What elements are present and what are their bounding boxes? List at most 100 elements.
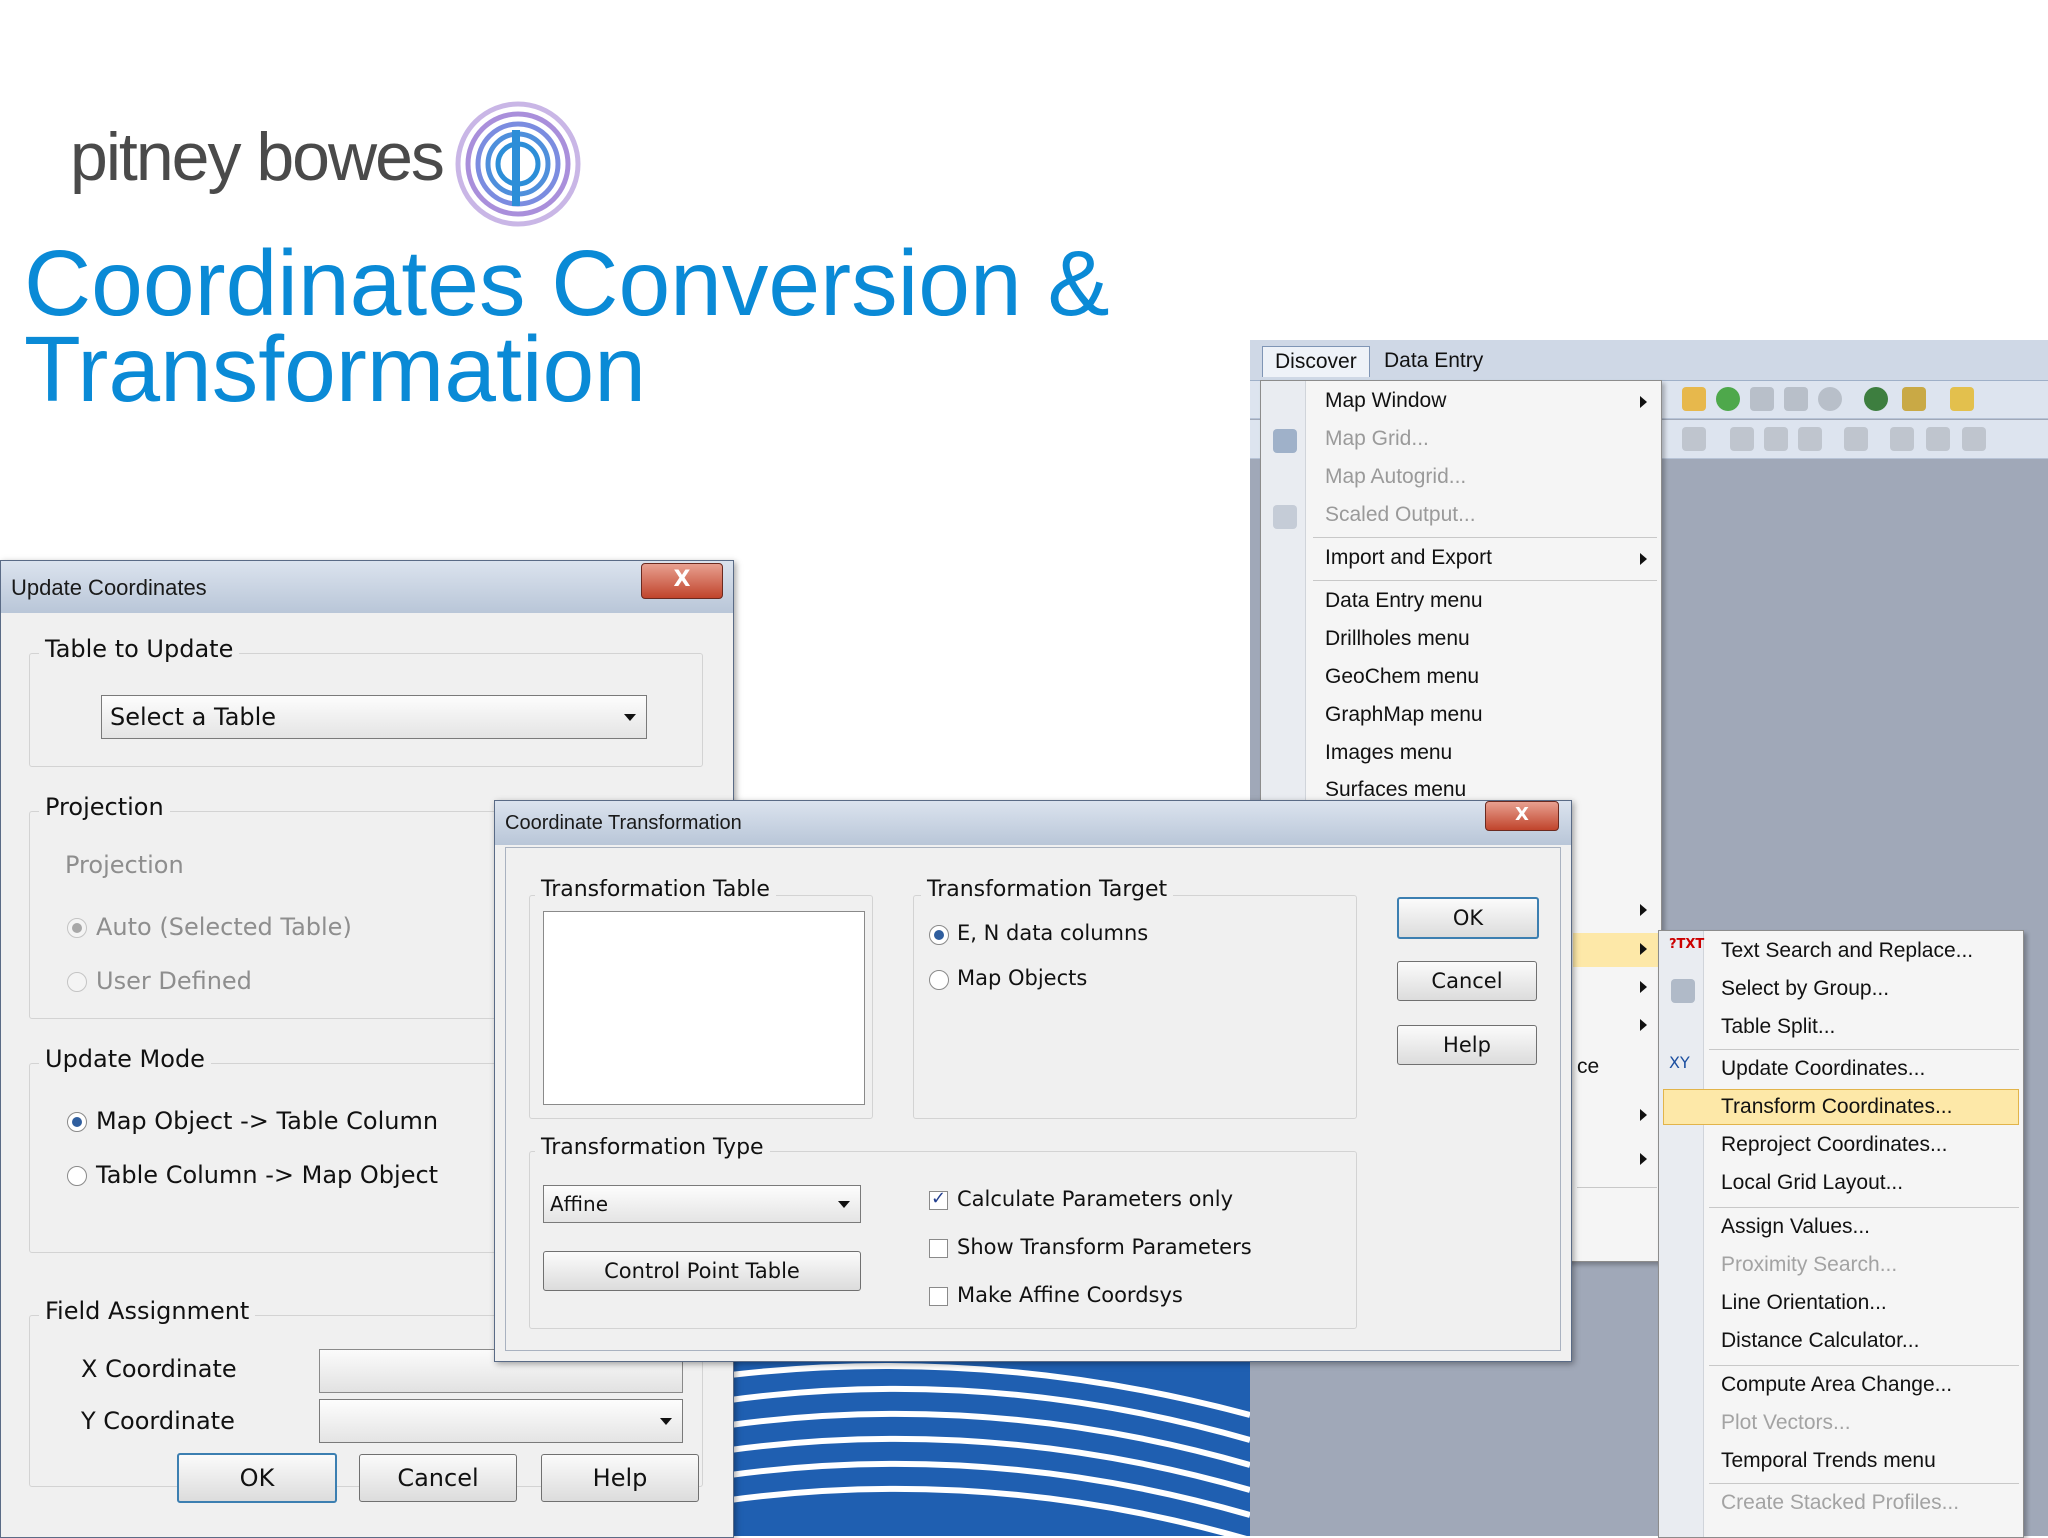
menu-item-map-grid: Map Grid... <box>1325 427 1429 450</box>
scaled-output-icon <box>1273 505 1297 529</box>
layers-icon[interactable] <box>1926 427 1950 451</box>
submenu-item-temporal-trends[interactable]: Temporal Trends menu <box>1721 1449 1936 1473</box>
radio-map-to-table-label: Map Object -> Table Column <box>96 1107 439 1135</box>
y-coordinate-label: Y Coordinate <box>81 1407 235 1435</box>
radio-map-objects[interactable] <box>929 970 949 990</box>
submenu-item-plot-vectors: Plot Vectors... <box>1721 1411 1851 1434</box>
checkbox-make-affine[interactable] <box>929 1287 948 1306</box>
group-label: Projection <box>39 793 170 821</box>
x-coordinate-label: X Coordinate <box>81 1355 237 1383</box>
globe-icon[interactable] <box>1716 387 1740 411</box>
group-label: Transformation Target <box>921 877 1174 902</box>
menu-separator <box>1709 1049 2019 1050</box>
menu-separator <box>1313 580 1657 581</box>
submenu-item-select-group[interactable]: Select by Group... <box>1721 977 1889 1001</box>
dialog-titlebar: Coordinate Transformation X <box>495 801 1571 845</box>
table-select-dropdown[interactable]: Select a Table <box>101 695 647 739</box>
transformation-type-value: Affine <box>550 1192 608 1216</box>
grid-tool-icon[interactable] <box>1750 387 1774 411</box>
slide-title-line1: Coordinates Conversion & <box>24 231 1110 335</box>
transformation-table-list[interactable] <box>543 911 865 1105</box>
menu-data-entry[interactable]: Data Entry <box>1372 346 1495 376</box>
submenu-item-local-grid-layout[interactable]: Local Grid Layout... <box>1721 1171 1903 1195</box>
ok-button[interactable]: OK <box>177 1453 337 1503</box>
submenu-item-line-orientation[interactable]: Line Orientation... <box>1721 1291 1887 1315</box>
checkbox-show-transform[interactable] <box>929 1239 948 1258</box>
radio-table-to-map[interactable] <box>67 1166 87 1186</box>
submenu-arrow-icon <box>1640 1019 1647 1031</box>
submenu-item-transform-coordinates[interactable]: Transform Coordinates... <box>1721 1095 1952 1119</box>
copy-icon[interactable] <box>1764 427 1788 451</box>
submenu-item-text-search[interactable]: Text Search and Replace... <box>1721 939 1973 963</box>
paste-icon[interactable] <box>1798 427 1822 451</box>
menu-separator <box>1709 1207 2019 1208</box>
target-tool-icon[interactable] <box>1818 387 1842 411</box>
submenu-arrow-icon <box>1640 1109 1647 1121</box>
chart-tool-icon[interactable] <box>1784 387 1808 411</box>
group-label: Transformation Type <box>535 1135 770 1160</box>
menu-separator <box>1709 1483 2019 1484</box>
submenu-item-update-coordinates[interactable]: Update Coordinates... <box>1721 1057 1925 1081</box>
chevron-down-icon <box>838 1201 850 1208</box>
menu-item-partial[interactable]: ce <box>1577 1055 1599 1079</box>
close-button[interactable]: X <box>641 563 723 599</box>
comment-icon[interactable] <box>1902 387 1926 411</box>
menu-item-map-autogrid: Map Autogrid... <box>1325 465 1467 488</box>
radio-user-defined[interactable] <box>67 972 87 992</box>
submenu-item-create-stacked-profiles: Create Stacked Profiles... <box>1721 1491 1960 1514</box>
submenu-item-proximity-search: Proximity Search... <box>1721 1253 1898 1276</box>
radio-user-label: User Defined <box>96 967 252 995</box>
submenu-item-reproject-coordinates[interactable]: Reproject Coordinates... <box>1721 1133 1947 1157</box>
menu-item-graphmap-menu[interactable]: GraphMap menu <box>1325 703 1483 727</box>
help-button[interactable]: Help <box>541 1454 699 1502</box>
radio-auto-selected-table[interactable] <box>67 918 87 938</box>
group-label: Field Assignment <box>39 1297 256 1325</box>
undo-icon[interactable] <box>1844 427 1868 451</box>
checkbox-calculate-parameters[interactable] <box>929 1188 948 1210</box>
menu-item-geochem-menu[interactable]: GeoChem menu <box>1325 665 1479 689</box>
transformation-type-dropdown[interactable]: Affine <box>543 1185 861 1223</box>
open-icon[interactable] <box>1950 387 1974 411</box>
radio-map-objects-label: Map Objects <box>957 966 1088 990</box>
menu-separator <box>1313 537 1657 538</box>
cancel-button[interactable]: Cancel <box>1397 961 1537 1001</box>
close-button[interactable]: X <box>1485 801 1559 831</box>
submenu-item-table-split[interactable]: Table Split... <box>1721 1015 1835 1039</box>
radio-table-to-map-label: Table Column -> Map Object <box>96 1161 439 1189</box>
folder-icon[interactable] <box>1682 387 1706 411</box>
submenu-item-distance-calculator[interactable]: Distance Calculator... <box>1721 1329 1919 1353</box>
chevron-down-icon <box>660 1418 672 1425</box>
menu-item-drillholes-menu[interactable]: Drillholes menu <box>1325 627 1470 651</box>
submenu-item-assign-values[interactable]: Assign Values... <box>1721 1215 1870 1239</box>
coordinate-transformation-dialog: Coordinate Transformation X Transformati… <box>494 800 1572 1362</box>
menu-discover[interactable]: Discover <box>1262 346 1370 377</box>
slide-title: Coordinates Conversion & Transformation <box>24 231 1110 416</box>
cut-icon[interactable] <box>1730 427 1754 451</box>
submenu-item-compute-area-change[interactable]: Compute Area Change... <box>1721 1373 1952 1397</box>
radio-map-to-table[interactable] <box>67 1112 87 1132</box>
submenu-arrow-icon <box>1640 1153 1647 1165</box>
menu-item-images-menu[interactable]: Images menu <box>1325 741 1452 765</box>
help-button[interactable]: Help <box>1397 1025 1537 1065</box>
y-coordinate-dropdown[interactable] <box>319 1399 683 1443</box>
menu-item-surfaces-menu[interactable]: Surfaces menu <box>1325 778 1466 802</box>
menu-item-import-export[interactable]: Import and Export <box>1325 546 1492 570</box>
update-coordinates-icon: XY <box>1669 1053 1690 1072</box>
menu-item-data-entry-menu[interactable]: Data Entry menu <box>1325 589 1483 613</box>
menu-separator <box>1577 1187 1657 1188</box>
blue-swirl-graphic <box>730 1355 1250 1536</box>
ok-button[interactable]: OK <box>1397 897 1539 939</box>
cancel-button[interactable]: Cancel <box>359 1454 517 1502</box>
menubar: Discover Data Entry <box>1250 340 2048 381</box>
table-icon[interactable] <box>1962 427 1986 451</box>
location-pin-icon[interactable] <box>1864 387 1888 411</box>
submenu-arrow-icon <box>1640 981 1647 993</box>
menu-item-map-window[interactable]: Map Window <box>1325 389 1446 413</box>
checkbox-affine-label: Make Affine Coordsys <box>957 1283 1183 1307</box>
window-icon[interactable] <box>1890 427 1914 451</box>
save-icon[interactable] <box>1682 427 1706 451</box>
projection-label: Projection <box>65 851 184 879</box>
radio-en-data-columns[interactable] <box>929 925 949 945</box>
control-point-table-button[interactable]: Control Point Table <box>543 1251 861 1291</box>
checkbox-show-label: Show Transform Parameters <box>957 1235 1252 1259</box>
